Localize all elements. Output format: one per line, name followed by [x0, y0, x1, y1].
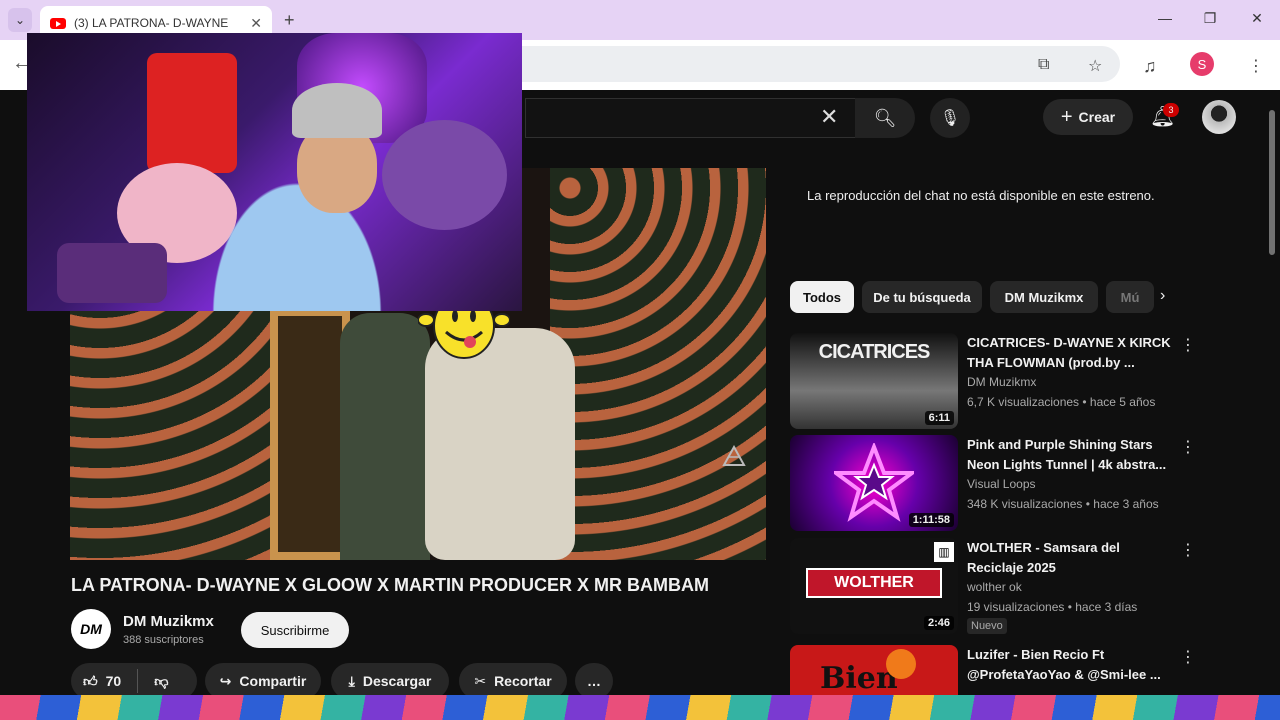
tab-search-icon[interactable]: ⌄ [8, 8, 32, 32]
suggested-video[interactable]: WOLTHER ▥ 2:46 WOLTHER - Samsara del Rec… [790, 538, 1210, 638]
suggested-video-title[interactable]: CICATRICES- D-WAYNE X KIRCK THA FLOWMAN … [967, 333, 1177, 373]
channel-name[interactable]: DM Muzikmx [123, 613, 214, 630]
video-title: LA PATRONA- D-WAYNE X GLOOW X MARTIN PRO… [71, 575, 709, 595]
chat-replay-notice: La reproducción del chat no está disponi… [807, 188, 1155, 203]
suggested-video[interactable]: CICATRICES 6:11 CICATRICES- D-WAYNE X KI… [790, 333, 1210, 433]
more-horizontal-icon: … [587, 673, 601, 689]
kebab-menu-icon[interactable]: ⋮ [1180, 647, 1196, 667]
profile-avatar[interactable]: S [1190, 52, 1214, 76]
minimize-icon[interactable]: — [1155, 10, 1175, 26]
fruit-thumbnail-icon [886, 649, 916, 679]
search-button[interactable]: 🔍︎ [855, 98, 915, 138]
create-label: Crear [1078, 109, 1116, 125]
decorative-bottom-band [0, 695, 1280, 720]
video-thumbnail[interactable]: 1:11:58 [790, 435, 958, 531]
star-thumbnail-icon [834, 443, 914, 522]
new-tab-icon[interactable]: + [284, 10, 295, 31]
voice-search-button[interactable]: 🎙︎ [930, 98, 970, 138]
like-button[interactable]: 👍︎ 70 [83, 673, 121, 690]
video-frame-door [270, 308, 350, 560]
suggested-video-meta: 19 visualizaciones • hace 3 días [967, 600, 1138, 614]
thumbnail-text: CICATRICES [818, 341, 931, 363]
video-thumbnail[interactable]: Bien [790, 645, 958, 695]
media-controls-icon[interactable]: ♫ [1143, 56, 1157, 77]
video-duration: 1:11:58 [908, 513, 954, 527]
download-button[interactable]: ⤓ Descargar [331, 663, 449, 699]
bookmark-star-icon[interactable]: ☆ [1088, 56, 1102, 76]
subscriber-count: 388 suscriptores [123, 634, 204, 646]
kebab-menu-icon[interactable]: ⋮ [1180, 335, 1196, 355]
video-duration: 6:11 [924, 411, 954, 425]
like-count: 70 [105, 673, 122, 689]
suggested-video-title[interactable]: Pink and Purple Shining Stars Neon Light… [967, 435, 1177, 475]
suggested-video-meta: 348 K visualizaciones • hace 3 años [967, 497, 1159, 511]
kebab-menu-icon[interactable]: ⋮ [1180, 540, 1196, 560]
more-actions-button[interactable]: … [575, 663, 613, 699]
suggested-video[interactable]: Bien Luzifer - Bien Recio Ft @ProfetaYao… [790, 645, 1210, 695]
webcam-overlay [27, 33, 522, 311]
chip-music[interactable]: Mú [1106, 281, 1154, 313]
create-button[interactable]: + Crear [1043, 99, 1133, 135]
new-badge: Nuevo [967, 618, 1007, 634]
clip-label: Recortar [494, 673, 552, 689]
share-label: Compartir [239, 673, 307, 689]
restore-icon[interactable]: ❐ [1200, 10, 1220, 27]
subscribe-button[interactable]: Suscribirme [241, 612, 349, 648]
plus-icon: + [1060, 105, 1073, 128]
kebab-menu-icon[interactable]: ⋮ [1180, 437, 1196, 457]
webcam-person [167, 113, 427, 311]
download-label: Descargar [362, 673, 432, 689]
thumbnail-text: WOLTHER [806, 568, 942, 598]
clip-button[interactable]: ✂ Recortar [459, 663, 567, 699]
chevron-right-icon[interactable]: › [1160, 287, 1165, 305]
tab-title: (3) LA PATRONA- D-WAYNE [74, 16, 229, 30]
suggested-video-meta: 6,7 K visualizaciones • hace 5 años [967, 395, 1156, 409]
like-divider [137, 669, 139, 693]
suggested-video[interactable]: 1:11:58 Pink and Purple Shining Stars Ne… [790, 435, 1210, 535]
video-frame-woman [425, 328, 575, 560]
suggested-video-title[interactable]: Luzifer - Bien Recio Ft @ProfetaYaoYao &… [967, 645, 1177, 685]
share-icon: ↪ [219, 672, 232, 689]
notification-count-badge: 3 [1163, 103, 1179, 117]
scissors-icon: ✂ [474, 672, 487, 689]
account-avatar[interactable] [1202, 100, 1236, 134]
tab-close-icon[interactable]: ✕ [250, 15, 262, 32]
suggested-video-channel: Visual Loops [967, 477, 1036, 491]
youtube-favicon-icon [50, 17, 66, 29]
thumbs-down-icon: 👎︎ [154, 672, 169, 689]
suggested-video-title[interactable]: WOLTHER - Samsara del Reciclaje 2025 [967, 538, 1177, 578]
video-frame-curtain-right [550, 168, 766, 560]
search-icon: 🔍︎ [873, 107, 897, 128]
share-button[interactable]: ↪ Compartir [205, 663, 321, 699]
channel-avatar[interactable]: DM [71, 609, 111, 649]
microphone-icon: 🎙︎ [939, 110, 961, 127]
suggested-video-channel: DM Muzikmx [967, 375, 1037, 389]
channel-watermark-icon: ▥ [934, 542, 954, 562]
chip-channel[interactable]: DM Muzikmx [990, 281, 1098, 313]
dislike-button[interactable]: 👎︎ [154, 673, 168, 690]
video-thumbnail[interactable]: CICATRICES 6:11 [790, 333, 958, 429]
window-close-icon[interactable]: ✕ [1247, 10, 1267, 27]
video-duration: 2:46 [923, 616, 954, 630]
webcam-microphone [382, 120, 507, 230]
scrollbar-thumb[interactable] [1269, 110, 1275, 255]
video-frame-man [340, 313, 430, 560]
thumbs-up-icon: 👍︎ [83, 672, 98, 689]
search-input[interactable] [525, 98, 855, 138]
video-watermark-icon [722, 445, 746, 466]
download-icon: ⤓ [348, 672, 355, 689]
webcam-stand [57, 243, 167, 303]
browser-menu-icon[interactable]: ⋮ [1248, 56, 1264, 76]
webcam-person-cap [292, 83, 382, 138]
like-dislike-group: 👍︎ 70 👎︎ [71, 663, 197, 699]
install-app-icon[interactable]: ⧉ [1038, 56, 1049, 74]
video-thumbnail[interactable]: WOLTHER ▥ 2:46 [790, 538, 958, 634]
chip-from-search[interactable]: De tu búsqueda [862, 281, 982, 313]
suggested-video-channel: wolther ok [967, 580, 1022, 594]
clear-search-icon[interactable]: ✕ [820, 104, 838, 130]
chip-all[interactable]: Todos [790, 281, 854, 313]
